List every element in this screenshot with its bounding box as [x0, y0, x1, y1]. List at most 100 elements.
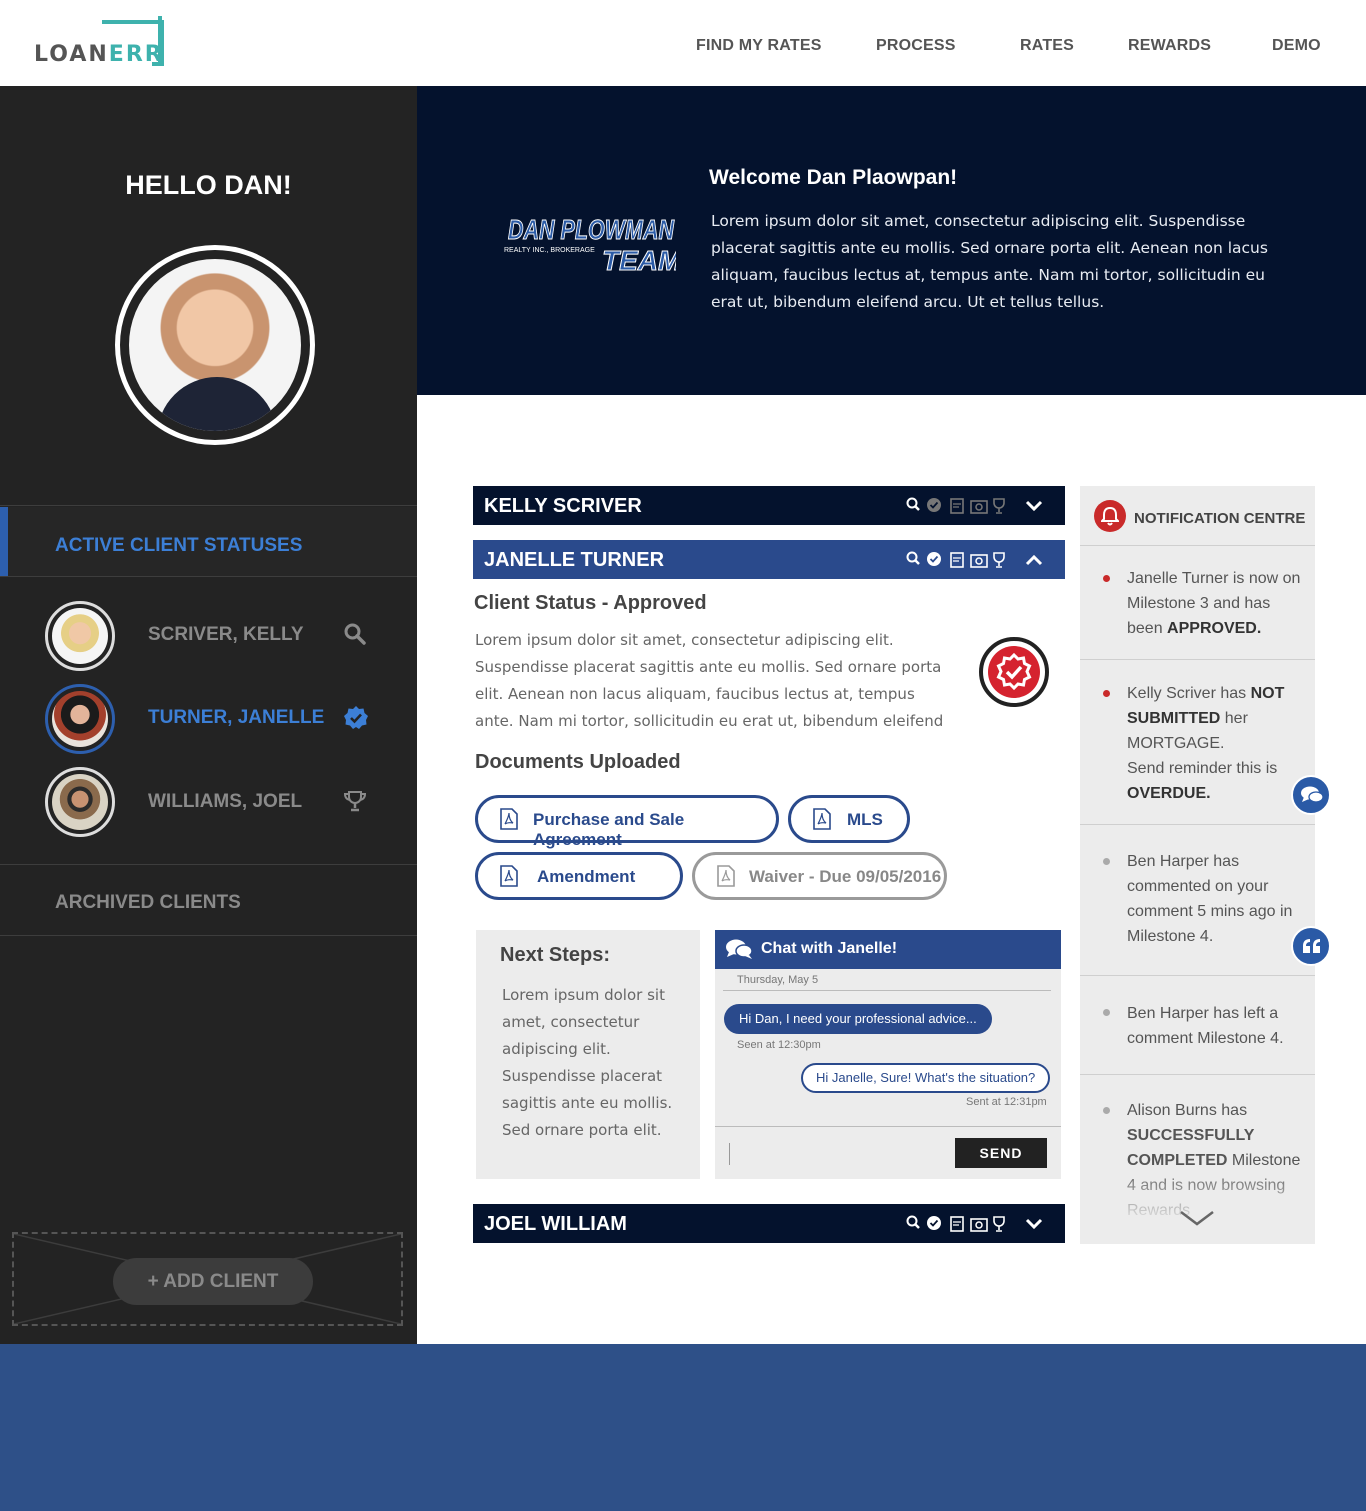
- client-panel-title: JANELLE TURNER: [484, 549, 665, 571]
- nav-rewards[interactable]: REWARDS: [1128, 37, 1211, 55]
- client-panel-title: KELLY SCRIVER: [484, 495, 642, 517]
- notification-item[interactable]: Ben Harper has commented on your comment…: [1127, 849, 1302, 949]
- client-panel-joel[interactable]: JOEL WILLIAM: [473, 1204, 1065, 1243]
- milestone-icons: [906, 497, 1005, 514]
- pdf-file-icon: [500, 865, 518, 887]
- chat-panel: Chat with Janelle! Thursday, May 5 Hi Da…: [715, 930, 1061, 1179]
- chat-message-input[interactable]: [725, 1134, 945, 1172]
- client-item-joel[interactable]: WILLIAMS, JOEL: [0, 762, 417, 842]
- document-purchase-agreement[interactable]: Purchase and Sale Agreement: [475, 795, 779, 849]
- pdf-file-icon: [500, 808, 518, 830]
- team-logo-line2: TEAM: [602, 245, 676, 274]
- client-status-title: Client Status - Approved: [474, 592, 707, 614]
- notification-item[interactable]: Ben Harper has left a comment Milestone …: [1127, 1001, 1302, 1051]
- send-button[interactable]: SEND: [955, 1138, 1047, 1168]
- welcome-banner: DAN PLOWMAN TEAM REALTY INC., BROKERAGE …: [417, 86, 1366, 395]
- document-mls[interactable]: MLS: [788, 795, 910, 843]
- notification-item[interactable]: Janelle Turner is now on Milestone 3 and…: [1127, 566, 1302, 641]
- document-amendment[interactable]: Amendment: [475, 852, 683, 900]
- client-panel-kelly[interactable]: KELLY SCRIVER: [473, 486, 1065, 525]
- chat-sent-status: Sent at 12:31pm: [966, 1096, 1047, 1108]
- search-icon: [344, 623, 366, 645]
- document-label: Amendment: [537, 867, 636, 886]
- unread-dot: [1103, 575, 1110, 582]
- chevron-up-icon[interactable]: [1025, 551, 1043, 569]
- nav-rates[interactable]: RATES: [1020, 37, 1074, 55]
- add-client-button[interactable]: + ADD CLIENT: [113, 1258, 313, 1305]
- next-steps-title: Next Steps:: [500, 944, 611, 966]
- client-name: SCRIVER, KELLY: [148, 624, 304, 645]
- chat-message-incoming: Hi Dan, I need your professional advice.…: [724, 1004, 992, 1034]
- logo-text-err: ERR: [108, 42, 164, 67]
- nav-demo[interactable]: DEMO: [1272, 37, 1321, 55]
- chat-bubbles-icon: [726, 939, 753, 959]
- divider: [1080, 545, 1315, 546]
- chat-header: Chat with Janelle!: [715, 930, 1061, 969]
- pdf-file-icon: [813, 808, 831, 830]
- divider: [715, 1126, 1061, 1127]
- documents-title: Documents Uploaded: [475, 751, 681, 773]
- pdf-file-icon: [717, 865, 735, 887]
- client-name: TURNER, JANELLE: [148, 707, 325, 728]
- chat-date: Thursday, May 5: [737, 974, 819, 986]
- nav-process[interactable]: PROCESS: [876, 37, 956, 55]
- user-avatar-photo: [129, 259, 301, 431]
- client-name: WILLIAMS, JOEL: [148, 791, 303, 812]
- milestone-icons: [906, 1215, 1005, 1232]
- scroll-fade: [1080, 1166, 1315, 1244]
- loanerr-logo[interactable]: LOANERR: [34, 16, 174, 70]
- user-avatar[interactable]: [115, 245, 315, 445]
- divider: [0, 576, 417, 577]
- footer: [0, 1344, 1366, 1511]
- avatar: [45, 601, 115, 671]
- divider: [0, 505, 417, 506]
- divider: [0, 935, 417, 936]
- document-label: Purchase and Sale Agreement: [533, 810, 685, 849]
- team-logo-line1: DAN PLOWMAN: [508, 214, 675, 245]
- next-steps-card: Next Steps: Lorem ipsum dolor sit amet, …: [476, 930, 700, 1179]
- divider: [1080, 824, 1315, 825]
- chat-seen-status: Seen at 12:30pm: [737, 1039, 821, 1051]
- bell-icon: [1094, 500, 1126, 532]
- avatar: [45, 767, 115, 837]
- top-navigation: LOANERR FIND MY RATES PROCESS RATES REWA…: [0, 0, 1366, 86]
- archived-clients-link[interactable]: ARCHIVED CLIENTS: [55, 892, 241, 914]
- client-status-text: Lorem ipsum dolor sit amet, consectetur …: [475, 631, 944, 730]
- chevron-down-icon[interactable]: [1025, 1215, 1043, 1233]
- chevron-down-icon[interactable]: [1025, 497, 1043, 515]
- notification-centre: NOTIFICATION CENTRE Janelle Turner is no…: [1080, 486, 1315, 1244]
- divider: [1080, 1074, 1315, 1075]
- document-label: MLS: [847, 810, 883, 829]
- active-indicator: [0, 507, 8, 576]
- document-waiver-pending[interactable]: Waiver - Due 09/05/2016: [692, 852, 947, 900]
- client-item-kelly[interactable]: SCRIVER, KELLY: [0, 596, 417, 676]
- quote-icon: [1303, 939, 1320, 953]
- divider: [0, 864, 417, 865]
- read-dot: [1103, 1009, 1110, 1016]
- client-item-janelle[interactable]: TURNER, JANELLE: [0, 679, 417, 759]
- active-client-statuses-label: ACTIVE CLIENT STATUSES: [55, 535, 303, 556]
- chevron-down-icon[interactable]: [1178, 1208, 1216, 1228]
- active-client-statuses-header[interactable]: ACTIVE CLIENT STATUSES: [0, 507, 417, 576]
- notification-item[interactable]: Kelly Scriver has NOT SUBMITTED her MORT…: [1127, 681, 1302, 806]
- chat-message-outgoing: Hi Janelle, Sure! What's the situation?: [801, 1063, 1051, 1093]
- nav-find-my-rates[interactable]: FIND MY RATES: [696, 37, 822, 55]
- team-logo-sub: REALTY INC., BROKERAGE: [504, 247, 595, 254]
- approved-seal-icon: [996, 652, 1032, 691]
- client-panel-janelle[interactable]: JANELLE TURNER: [473, 540, 1065, 579]
- message-button[interactable]: [1291, 775, 1331, 815]
- comment-quote-button[interactable]: [1291, 926, 1331, 966]
- trophy-icon: [343, 791, 367, 812]
- verified-check-icon: [344, 706, 368, 729]
- avatar: [45, 684, 115, 754]
- read-dot: [1103, 858, 1110, 865]
- logo-text-loan: LOAN: [34, 42, 109, 67]
- team-logo: DAN PLOWMAN TEAM REALTY INC., BROKERAGE: [504, 214, 676, 274]
- chat-title: Chat with Janelle!: [761, 940, 898, 957]
- approved-badge-icon: [979, 637, 1049, 707]
- divider: [723, 990, 1051, 991]
- notification-centre-title: NOTIFICATION CENTRE: [1134, 510, 1306, 527]
- sidebar: HELLO DAN! ACTIVE CLIENT STATUSES SCRIVE…: [0, 86, 417, 1344]
- document-label: Waiver - Due 09/05/2016: [749, 867, 942, 886]
- divider: [1080, 659, 1315, 660]
